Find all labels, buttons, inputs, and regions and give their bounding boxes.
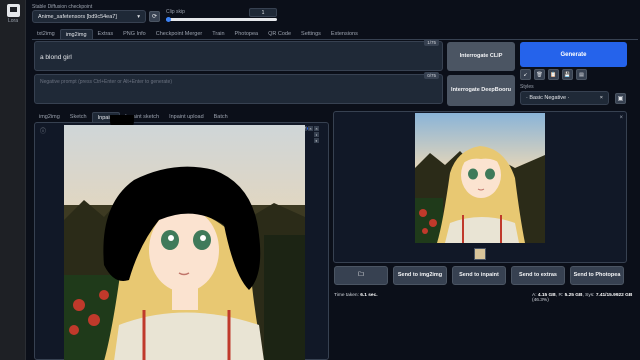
time-taken: Time taken: 6.1 sec. <box>334 293 378 298</box>
inpaint-image[interactable] <box>64 125 305 360</box>
negative-token-counter: 0/75 <box>424 72 439 79</box>
anime-girl-with-mask-image <box>64 125 305 360</box>
extra-networks-icon: ▤ <box>579 71 584 78</box>
clip-skip-number[interactable]: 1 <box>249 8 277 17</box>
checkpoint-value: Anime_safetensors [bd9c54ea7] <box>38 13 117 20</box>
vram-pct: (46.3%) <box>532 298 549 303</box>
apply-style-icon: ▣ <box>617 96 624 102</box>
generated-anime-girl-image <box>415 113 545 243</box>
apply-styles-button[interactable]: ▣ <box>615 93 626 104</box>
clip-skip-slider[interactable] <box>166 17 277 22</box>
send-to-photopea-button[interactable]: Send to Photopea <box>570 266 624 285</box>
vram-r-icon: R: <box>558 293 564 298</box>
output-thumbnail[interactable] <box>474 248 486 260</box>
style-clear-button[interactable]: × <box>600 95 603 101</box>
send-to-img2img-button[interactable]: Send to img2img <box>393 266 447 285</box>
output-gallery: × <box>333 111 627 263</box>
info-icon: ⓘ <box>40 129 47 135</box>
lora-button[interactable]: Lora <box>3 4 23 26</box>
main-area: Stable Diffusion checkpoint Anime_safete… <box>30 0 640 360</box>
prompt-tools: ↙ 🗑 📋 💾 ▤ <box>520 69 587 80</box>
prompt-box[interactable]: a blond girl 1/75 <box>34 39 443 71</box>
style-chip-value: Basic Negative <box>529 95 567 101</box>
extra-networks-button[interactable]: ▤ <box>576 69 587 80</box>
clip-skip-label: Clip skip <box>166 9 185 15</box>
output-actions: Send to img2img Send to inpaint Send to ex… <box>393 266 624 285</box>
open-folder-button[interactable]: 🗀 <box>334 266 388 285</box>
styles-label: Styles <box>520 84 534 90</box>
time-taken-value: 6.1 sec. <box>360 293 378 298</box>
checkpoint-select[interactable]: Anime_safetensors [bd9c54ea7] ▾ <box>32 10 146 23</box>
paste-button[interactable]: ↙ <box>520 69 531 80</box>
save-style-button[interactable]: 💾 <box>562 69 573 80</box>
negative-prompt-box[interactable]: Negative prompt (press Ctrl+Enter or Alt… <box>34 72 443 104</box>
trash-button[interactable]: 🗑 <box>534 69 545 80</box>
vram-sys: 7.41/15.9922 GB <box>595 293 633 298</box>
clipboard-button[interactable]: 📋 <box>548 69 559 80</box>
close-icon[interactable]: × <box>314 126 319 131</box>
vram-r: 5.25 GB <box>564 293 583 298</box>
negative-prompt-placeholder: Negative prompt (press Ctrl+Enter or Alt… <box>40 79 173 85</box>
refresh-checkpoint-button[interactable]: ⟳ <box>149 11 160 22</box>
vram-stats: A: 4.15 GB, R: 5.25 GB, Sys: 7.41/15.992… <box>532 293 633 303</box>
brush-icon[interactable]: • <box>314 132 319 137</box>
time-taken-label: Time taken: <box>334 293 359 298</box>
paste-icon: ↙ <box>523 71 528 78</box>
clipboard-icon: 📋 <box>550 71 557 78</box>
chevron-down-icon: ▾ <box>137 13 140 20</box>
vram-sys-icon: Sys: <box>585 293 595 298</box>
trash-icon: 🗑 <box>536 71 543 78</box>
generate-button[interactable]: Generate <box>520 42 627 67</box>
color-icon[interactable]: ◐ <box>314 138 319 143</box>
prompt-token-counter: 1/75 <box>424 39 439 46</box>
send-to-extras-button[interactable]: Send to extras <box>511 266 565 285</box>
refresh-icon: ⟳ <box>151 14 158 20</box>
clip-skip-knob[interactable] <box>166 17 171 22</box>
lora-label: Lora <box>7 18 18 24</box>
output-image[interactable] <box>415 113 545 243</box>
interrogate-deepbooru-button[interactable]: Interrogate DeepBooru <box>447 75 515 106</box>
prompt-text: a blond girl <box>40 54 72 61</box>
styles-select[interactable]: · Basic Negative · × <box>520 91 609 105</box>
folder-icon: 🗀 <box>358 271 364 278</box>
clear-icon[interactable]: × <box>308 126 313 131</box>
interrogate-clip-button[interactable]: Interrogate CLIP <box>447 42 515 71</box>
save-style-icon: 💾 <box>564 71 571 78</box>
style-chip: · Basic Negative · <box>526 95 570 101</box>
lora-icon <box>6 4 20 17</box>
close-preview-icon[interactable]: × <box>619 115 623 121</box>
inpaint-canvas-panel: ⓘ ↶ × × • ◐ <box>34 115 329 360</box>
tabs-divider <box>32 39 638 40</box>
left-sidebar: Lora <box>0 0 26 360</box>
send-to-inpaint-button[interactable]: Send to inpaint <box>452 266 506 285</box>
